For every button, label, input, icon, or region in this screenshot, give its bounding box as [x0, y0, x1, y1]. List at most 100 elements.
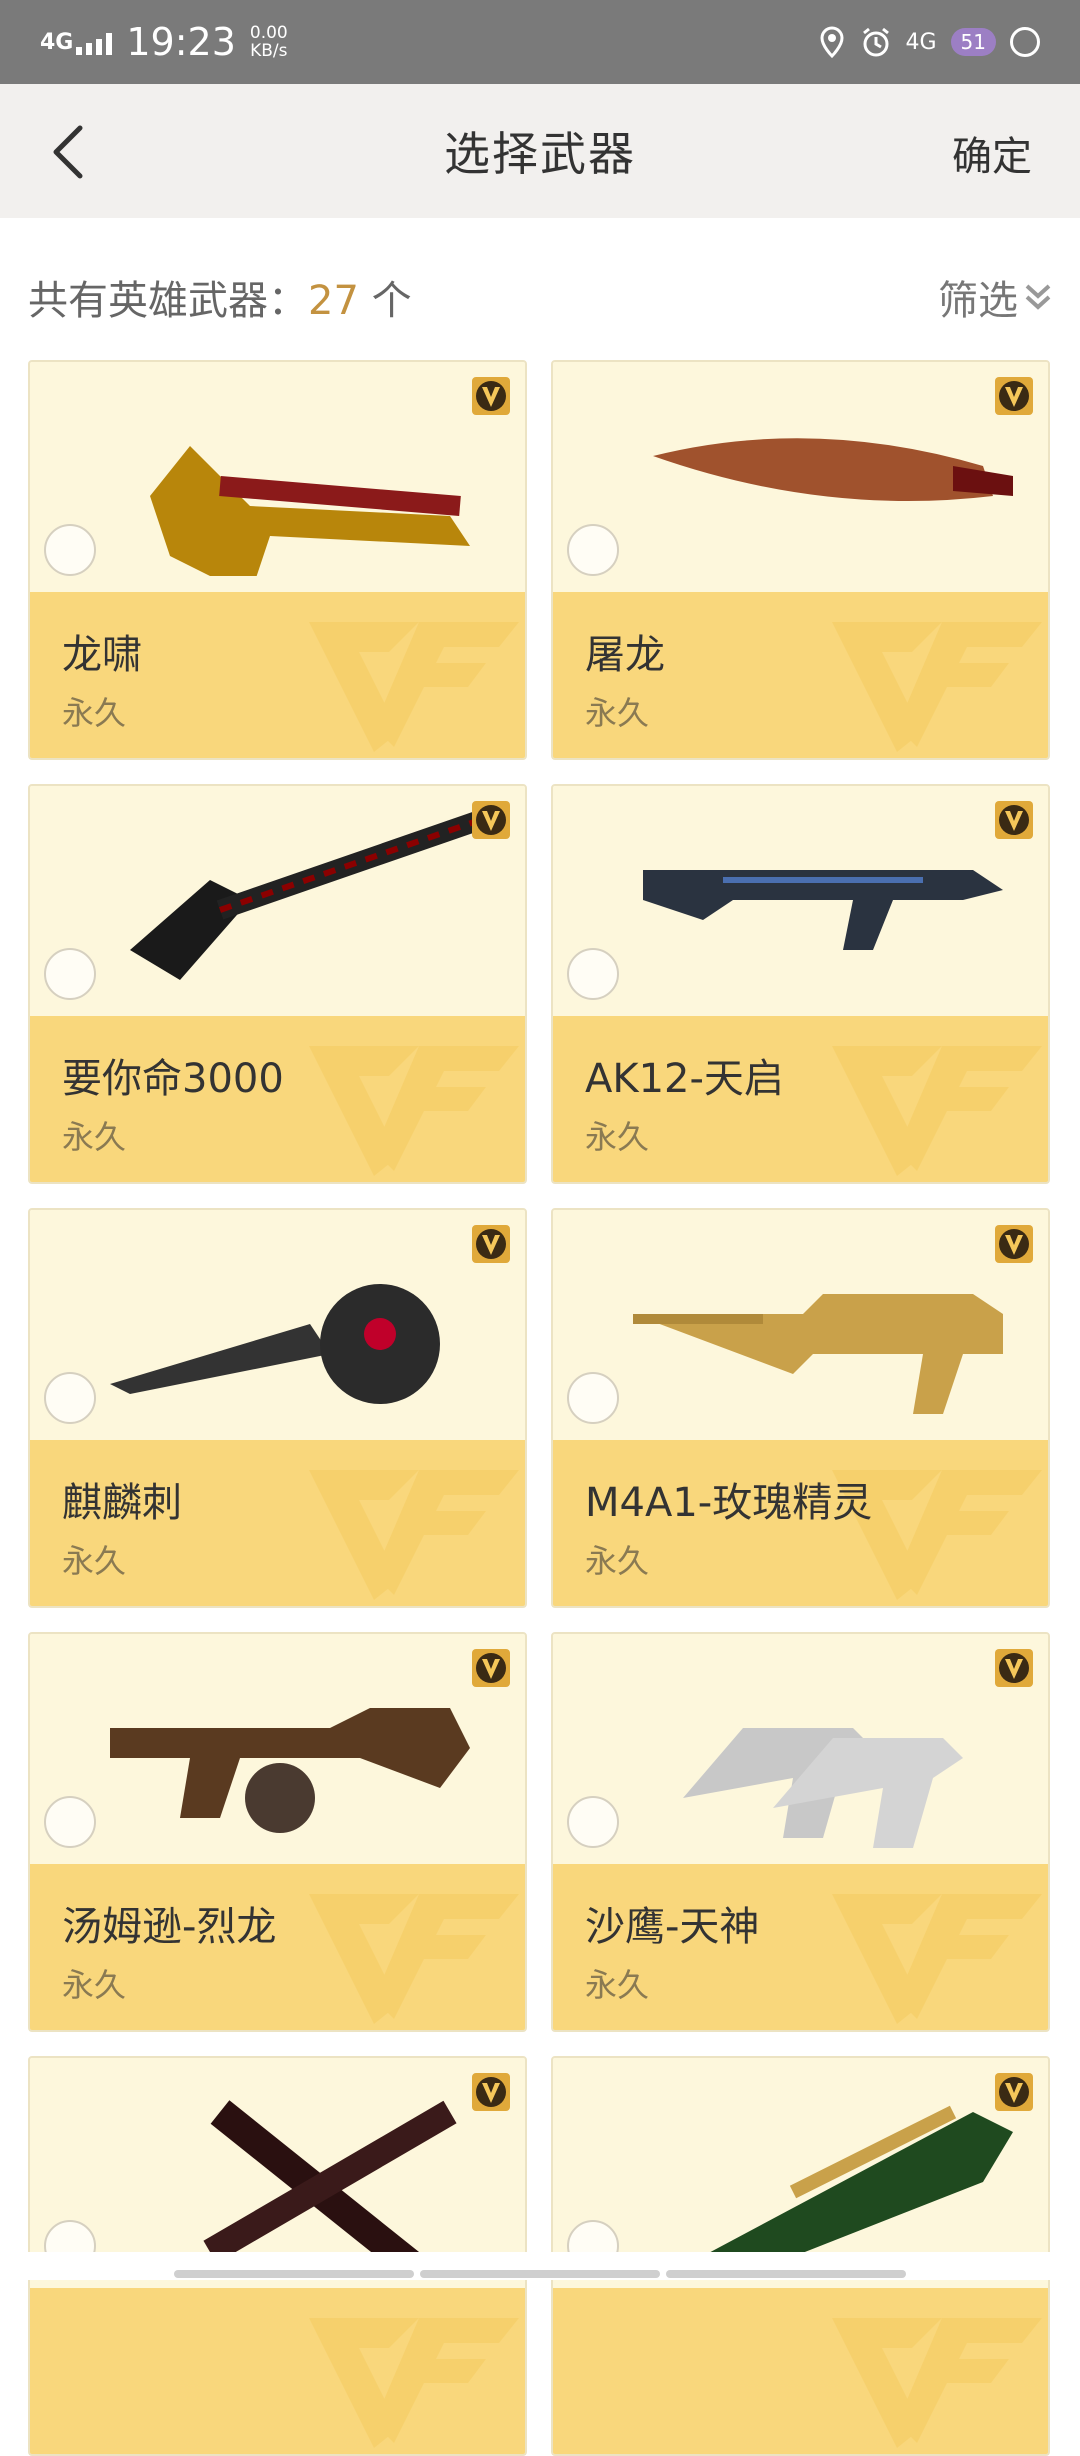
weapon-card[interactable]: AK12-天启 永久	[551, 784, 1050, 1184]
cf-logo-watermark	[309, 1894, 519, 2024]
weapon-name: M4A1-玫瑰精灵	[585, 1480, 873, 1526]
weapon-image	[643, 870, 1003, 950]
weapon-duration: 永久	[62, 1118, 127, 1156]
weapon-info: 麒麟刺 永久	[30, 1440, 525, 1606]
filter-label: 筛选	[938, 278, 1018, 324]
weapon-card[interactable]: 龙啸 永久	[28, 360, 527, 760]
select-radio[interactable]	[44, 524, 96, 576]
network-type-right: 4G	[905, 29, 937, 55]
select-radio[interactable]	[44, 1372, 96, 1424]
weapon-duration: 永久	[62, 1542, 127, 1580]
status-left: 4G 19:23 0.00 KB/s	[40, 20, 288, 64]
status-bar: 4G 19:23 0.00 KB/s 4G 51	[0, 0, 1080, 84]
weapon-image	[633, 1294, 1003, 1414]
hero-v-badge-icon	[472, 2073, 510, 2111]
hero-v-badge-icon	[472, 377, 510, 415]
select-radio[interactable]	[44, 948, 96, 1000]
weapon-image	[150, 446, 470, 576]
weapon-name: 要你命3000	[62, 1056, 284, 1102]
weapon-name: 麒麟刺	[62, 1480, 182, 1526]
weapon-duration: 永久	[585, 1542, 650, 1580]
weapon-image-area	[30, 1634, 525, 1864]
weapon-image-area	[553, 1210, 1048, 1440]
weapon-image	[653, 438, 1013, 501]
weapon-image-area	[30, 1210, 525, 1440]
weapon-card[interactable]: 屠龙 永久	[551, 360, 1050, 760]
cf-logo-watermark	[309, 622, 519, 752]
weapon-image	[683, 1728, 963, 1848]
select-radio[interactable]	[567, 1372, 619, 1424]
weapon-image	[673, 2105, 1013, 2272]
weapon-name: 汤姆逊-烈龙	[62, 1904, 277, 1950]
weapon-image	[130, 810, 484, 980]
select-radio[interactable]	[567, 1796, 619, 1848]
weapon-grid: 龙啸 永久 屠龙 永久 要你命3000 永久 AK12-天启 永久 麒麟刺 永久 M4A1-玫瑰精灵…	[28, 360, 1052, 2456]
app-header: 选择武器 确定	[0, 84, 1080, 218]
weapon-card[interactable]: 要你命3000 永久	[28, 784, 527, 1184]
weapon-info: 屠龙 永久	[553, 592, 1048, 758]
hero-v-badge-icon	[995, 1225, 1033, 1263]
summary-row: 共有英雄武器：27 个 筛选	[28, 262, 1052, 332]
weapon-name: 沙鹰-天神	[585, 1904, 760, 1950]
clock: 19:23	[126, 20, 236, 64]
signal-icon	[76, 32, 113, 55]
weapon-image-area	[30, 786, 525, 1016]
cf-logo-watermark	[309, 1470, 519, 1600]
speed-unit: KB/s	[250, 41, 288, 61]
weapon-info: 沙鹰-天神永久	[553, 1864, 1048, 2030]
weapon-image-area	[553, 362, 1048, 592]
count-unit: 个	[358, 278, 412, 324]
weapon-duration: 永久	[585, 694, 650, 732]
network-speed: 0.00 KB/s	[250, 24, 288, 60]
weapon-image-area	[553, 786, 1048, 1016]
back-button[interactable]	[30, 114, 106, 190]
signal-indicator: 4G	[40, 29, 113, 55]
cf-logo-watermark	[832, 622, 1042, 752]
hero-v-badge-icon	[995, 801, 1033, 839]
weapon-card[interactable]: M4A1-玫瑰精灵永久	[551, 1208, 1050, 1608]
hero-v-badge-icon	[472, 1649, 510, 1687]
weapon-info	[553, 2288, 1048, 2454]
select-radio[interactable]	[44, 1796, 96, 1848]
weapon-name: AK12-天启	[585, 1056, 784, 1102]
hero-v-badge-icon	[995, 377, 1033, 415]
weapon-name: 屠龙	[585, 632, 665, 678]
weapon-duration: 永久	[585, 1966, 650, 2004]
weapon-info: 要你命3000 永久	[30, 1016, 525, 1182]
weapon-card[interactable]: 沙鹰-天神永久	[551, 1632, 1050, 2032]
weapon-card[interactable]: 麒麟刺 永久	[28, 1208, 527, 1608]
double-chevron-down-icon	[1025, 284, 1051, 310]
speed-value: 0.00	[249, 23, 288, 43]
weapon-count: 共有英雄武器：27 个	[28, 268, 412, 326]
weapon-info: 龙啸 永久	[30, 592, 525, 758]
cf-logo-watermark	[832, 2318, 1042, 2448]
chevron-left-icon	[53, 125, 83, 179]
weapon-image	[203, 2100, 457, 2272]
select-radio[interactable]	[567, 524, 619, 576]
cf-logo-watermark	[832, 1894, 1042, 2024]
weapon-image	[110, 1708, 470, 1833]
hero-v-badge-icon	[472, 1225, 510, 1263]
weapon-info	[30, 2288, 525, 2454]
weapon-card[interactable]: 汤姆逊-烈龙永久	[28, 1632, 527, 2032]
hero-v-badge-icon	[472, 801, 510, 839]
weapon-info: AK12-天启 永久	[553, 1016, 1048, 1182]
count-number: 27	[308, 278, 359, 324]
weapon-duration: 永久	[62, 1966, 127, 2004]
status-right: 4G 51	[818, 26, 1040, 58]
select-radio[interactable]	[567, 948, 619, 1000]
weapon-image-area	[30, 362, 525, 592]
weapon-info: M4A1-玫瑰精灵永久	[553, 1440, 1048, 1606]
alarm-icon	[862, 27, 889, 57]
notification-badge: 51	[950, 28, 996, 56]
cf-logo-watermark	[309, 2318, 519, 2448]
weapon-info: 汤姆逊-烈龙永久	[30, 1864, 525, 2030]
hero-v-badge-icon	[995, 1649, 1033, 1687]
hero-v-badge-icon	[995, 2073, 1033, 2111]
count-prefix: 共有英雄武器：	[28, 278, 308, 324]
confirm-button[interactable]: 确定	[952, 124, 1032, 182]
weapon-duration: 永久	[62, 694, 127, 732]
filter-button[interactable]: 筛选	[938, 268, 1052, 326]
network-type: 4G	[40, 29, 74, 55]
location-icon	[819, 26, 844, 58]
